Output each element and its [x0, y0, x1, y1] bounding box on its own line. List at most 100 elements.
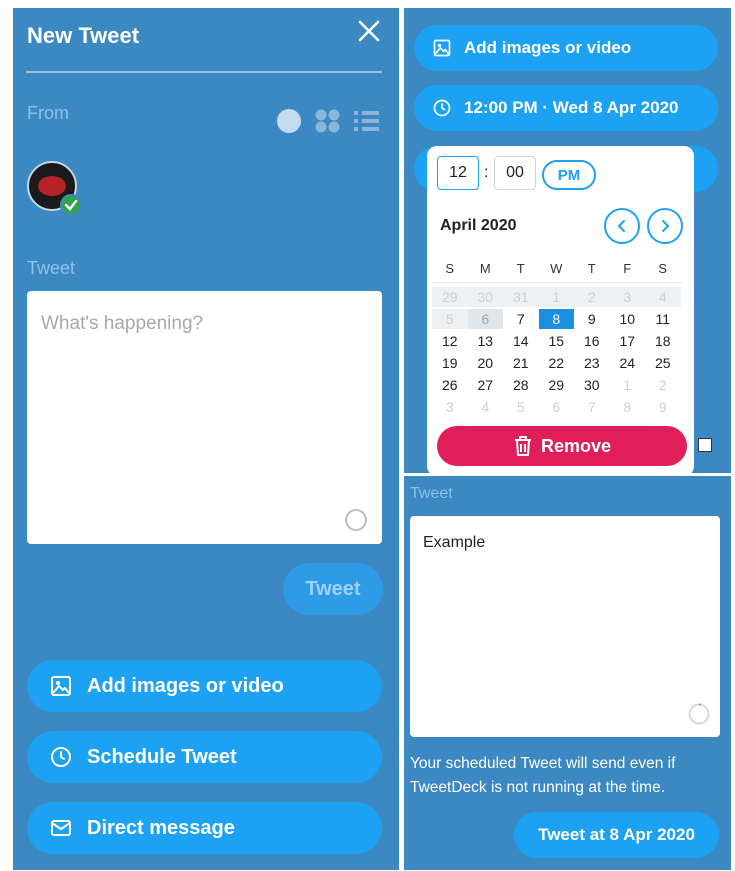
remove-label: Remove	[540, 435, 612, 456]
calendar-day[interactable]: 20	[468, 353, 504, 373]
calendar-day[interactable]: 19	[432, 353, 468, 373]
from-label: From	[27, 103, 69, 123]
new-tweet-panel: New Tweet From Tweet What's happening? T…	[13, 8, 399, 870]
calendar-day[interactable]: 9	[645, 397, 681, 417]
grid-view-icon[interactable]	[314, 108, 342, 134]
calendar-day[interactable]: 14	[503, 331, 539, 351]
prev-month-button[interactable]	[604, 208, 640, 244]
weekday: S	[658, 261, 668, 276]
calendar-day[interactable]: 15	[539, 331, 575, 351]
calendar-day[interactable]: 6	[539, 397, 575, 417]
calendar-day[interactable]: 21	[503, 353, 539, 373]
tweet-textarea[interactable]: What's happening?	[27, 291, 382, 544]
list-view-icon[interactable]	[353, 108, 381, 134]
add-images-label: Add images or video	[464, 38, 632, 57]
calendar-day[interactable]: 1	[610, 375, 646, 395]
calendar-day: 1	[538, 287, 574, 307]
calendar-day: 5	[432, 309, 468, 329]
calendar-day[interactable]: 23	[574, 353, 610, 373]
calendar-day[interactable]: 7	[503, 309, 539, 329]
hour-input[interactable]: 12	[437, 156, 479, 190]
calendar-day[interactable]: 13	[468, 331, 504, 351]
calendar-day: 29	[432, 287, 468, 307]
week-row: 19 20 21 22 23 24 25	[432, 352, 682, 374]
remove-schedule-button[interactable]: Remove	[437, 426, 687, 466]
calendar-day[interactable]: 4	[468, 397, 504, 417]
tweet-placeholder: What's happening?	[41, 313, 204, 334]
calendar-day[interactable]: 11	[645, 309, 681, 329]
weekday-row: S M T W T F S	[432, 258, 682, 280]
envelope-icon	[51, 820, 71, 836]
next-month-button[interactable]	[647, 208, 683, 244]
week-row: 3 4 5 6 7 8 9	[432, 396, 682, 418]
schedule-value: 12:00 PM · Wed 8 Apr 2020	[464, 98, 679, 117]
chevron-left-icon	[617, 220, 625, 232]
add-images-button[interactable]: Add images or video	[414, 25, 718, 71]
weekday: T	[587, 261, 596, 276]
scheduled-tweet-panel: Tweet Example Your scheduled Tweet will …	[404, 476, 731, 870]
calendar-day[interactable]: 26	[432, 375, 468, 395]
calendar-day[interactable]: 29	[539, 375, 575, 395]
calendar-day[interactable]: 27	[468, 375, 504, 395]
calendar-day[interactable]: 18	[645, 331, 681, 351]
calendar-day-selected[interactable]: 8	[538, 309, 574, 329]
calendar-day[interactable]: 30	[574, 375, 610, 395]
single-account-icon[interactable]	[276, 108, 302, 134]
calendar-day: 30	[467, 287, 503, 307]
month-label: April 2020	[440, 217, 517, 234]
weekday: M	[479, 261, 491, 276]
calendar-day[interactable]: 2	[645, 375, 681, 395]
calendar-day[interactable]: 25	[645, 353, 681, 373]
tweet-textarea[interactable]: Example	[410, 516, 720, 737]
calendar-day: 2	[574, 287, 610, 307]
time-separator: :	[484, 164, 489, 181]
week-row: 5 6 7 8 9 10 11	[432, 308, 682, 330]
schedule-tweet-button[interactable]: Schedule Tweet	[27, 731, 382, 783]
calendar-day[interactable]: 22	[539, 353, 575, 373]
ampm-toggle[interactable]: PM	[542, 160, 596, 190]
week-row: 26 27 28 29 30 1 2	[432, 374, 682, 396]
calendar-day[interactable]: 16	[574, 331, 610, 351]
calendar-day[interactable]: 17	[610, 331, 646, 351]
schedule-notice: Your scheduled Tweet will send even if T…	[410, 755, 676, 796]
direct-message-button[interactable]: Direct message	[27, 802, 382, 854]
weekday: F	[623, 261, 632, 276]
clock-icon	[433, 99, 451, 117]
image-icon	[433, 39, 451, 57]
weekday: W	[550, 261, 563, 276]
schedule-time-button[interactable]: 12:00 PM · Wed 8 Apr 2020	[414, 85, 718, 131]
calendar-day[interactable]: 9	[574, 309, 610, 329]
calendar-day: 3	[609, 287, 645, 307]
character-counter-icon	[688, 703, 710, 725]
calendar-day[interactable]: 12	[432, 331, 468, 351]
minute-input[interactable]: 00	[494, 156, 536, 190]
tweet-button[interactable]: Tweet	[283, 563, 383, 615]
week-row: 12 13 14 15 16 17 18	[432, 330, 682, 352]
calendar-day[interactable]: 3	[432, 397, 468, 417]
calendar-day[interactable]: 24	[610, 353, 646, 373]
calendar-day[interactable]: 10	[610, 309, 646, 329]
calendar-grid: S M T W T F S 29 30 31 1 2 3 4 5 6 7 8 9…	[432, 258, 682, 418]
add-images-label: Add images or video	[87, 674, 284, 697]
calendar-day[interactable]: 8	[610, 397, 646, 417]
schedule-panel: Add images or video 12:00 PM · Wed 8 Apr…	[404, 8, 731, 473]
date-time-picker: 12 : 00 PM April 2020 S M T W T F S 29 3…	[427, 146, 694, 473]
calendar-day[interactable]: 7	[574, 397, 610, 417]
calendar-day[interactable]: 5	[503, 397, 539, 417]
schedule-tweet-label: Schedule Tweet	[87, 745, 237, 768]
clock-icon	[51, 747, 71, 767]
calendar-day: 31	[503, 287, 539, 307]
check-icon	[60, 194, 82, 216]
weekday: T	[516, 261, 525, 276]
calendar-day[interactable]: 28	[503, 375, 539, 395]
close-icon[interactable]	[356, 18, 382, 44]
tweet-label: Tweet	[410, 485, 453, 502]
panel-title: New Tweet	[27, 23, 140, 48]
tweet-at-button[interactable]: Tweet at 8 Apr 2020	[514, 812, 719, 858]
add-images-button[interactable]: Add images or video	[27, 660, 382, 712]
checkbox[interactable]	[698, 438, 712, 452]
tweet-label: Tweet	[27, 258, 76, 278]
trash-icon	[514, 436, 531, 456]
tweet-text: Example	[423, 534, 486, 551]
weekday: S	[445, 261, 455, 276]
